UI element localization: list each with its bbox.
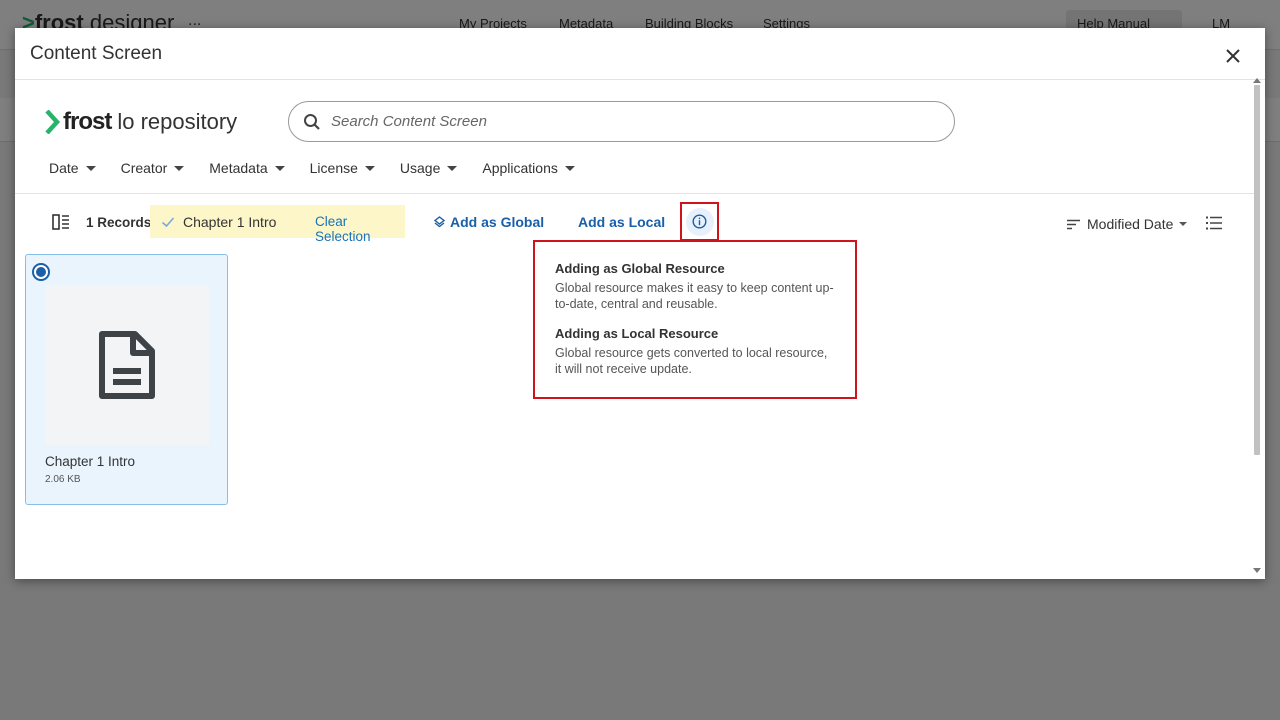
filter-date[interactable]: Date: [49, 159, 96, 177]
layers-icon: [434, 216, 445, 228]
scrollbar[interactable]: [1253, 78, 1261, 573]
card-title: Chapter 1 Intro: [45, 454, 136, 469]
filter-bar: Date Creator Metadata License Usage Appl…: [49, 159, 600, 177]
modal-title: Content Screen: [30, 43, 163, 64]
sort-label: Modified Date: [1087, 216, 1174, 232]
sort-dropdown[interactable]: Modified Date: [1067, 216, 1188, 232]
card-thumbnail: [45, 285, 209, 445]
add-as-global-label: Add as Global: [450, 214, 545, 230]
toggle-panel-icon[interactable]: [52, 214, 70, 230]
search-bar[interactable]: [288, 101, 955, 142]
filter-label: Creator: [120, 160, 168, 176]
list-view-icon[interactable]: [1206, 216, 1222, 230]
card-file-size: 2.06 KB: [45, 474, 81, 485]
selection-chip: Chapter 1 Intro Clear Selection: [150, 205, 405, 244]
modal-header: Content Screen: [15, 28, 1265, 80]
caret-down-icon: [174, 165, 185, 171]
close-button[interactable]: [1223, 46, 1243, 66]
frost-chevron-icon: [45, 110, 61, 134]
filter-metadata[interactable]: Metadata: [209, 159, 285, 177]
caret-down-icon: [364, 165, 375, 171]
repository-subtitle: lo repository: [117, 109, 238, 134]
info-button-background: [685, 207, 714, 236]
check-icon: [161, 216, 175, 227]
filter-label: Applications: [482, 160, 558, 176]
filter-usage[interactable]: Usage: [399, 159, 458, 177]
search-input[interactable]: [331, 113, 891, 130]
content-screen-modal: Content Screen frost lo repository Date …: [15, 28, 1265, 579]
info-button[interactable]: [680, 202, 719, 241]
filter-license[interactable]: License: [310, 159, 375, 177]
filter-creator[interactable]: Creator: [121, 159, 185, 177]
scroll-down-icon[interactable]: [1253, 568, 1261, 573]
repository-brand: frost: [63, 108, 112, 135]
tooltip-global-title: Adding as Global Resource: [555, 261, 725, 276]
scrollbar-thumb[interactable]: [1254, 85, 1260, 455]
filter-applications[interactable]: Applications: [482, 159, 575, 177]
clear-selection-link[interactable]: Clear Selection: [315, 214, 405, 244]
info-icon: [692, 214, 707, 229]
filter-label: Date: [49, 160, 79, 176]
add-as-local-button[interactable]: Add as Local: [578, 214, 665, 230]
close-icon: [1226, 49, 1240, 63]
caret-down-icon: [564, 165, 575, 171]
tooltip-local-title: Adding as Local Resource: [555, 326, 719, 341]
card-select-radio[interactable]: [32, 263, 50, 281]
info-tooltip: Adding as Global Resource Global resourc…: [533, 240, 857, 399]
caret-down-icon: [274, 165, 285, 171]
caret-down-icon: [447, 165, 458, 171]
document-icon: [99, 331, 155, 399]
caret-down-icon: [1179, 222, 1188, 226]
radio-selected-dot: [36, 267, 46, 277]
caret-down-icon: [85, 165, 96, 171]
selected-item-name: Chapter 1 Intro: [183, 213, 277, 230]
filter-label: Metadata: [209, 160, 268, 176]
tooltip-global-text: Global resource makes it easy to keep co…: [555, 281, 834, 311]
filter-label: Usage: [399, 160, 441, 176]
tooltip-local-text: Global resource gets converted to local …: [555, 346, 828, 376]
scroll-up-icon[interactable]: [1253, 78, 1261, 83]
records-count: 1 Records: [86, 215, 152, 230]
repository-logo: frost lo repository: [45, 107, 237, 137]
add-as-global-button[interactable]: Add as Global: [434, 214, 544, 230]
divider: [15, 193, 1255, 194]
search-icon: [304, 113, 320, 130]
content-card[interactable]: Chapter 1 Intro 2.06 KB: [25, 254, 228, 505]
filter-label: License: [309, 160, 358, 176]
sort-icon: [1067, 219, 1080, 229]
